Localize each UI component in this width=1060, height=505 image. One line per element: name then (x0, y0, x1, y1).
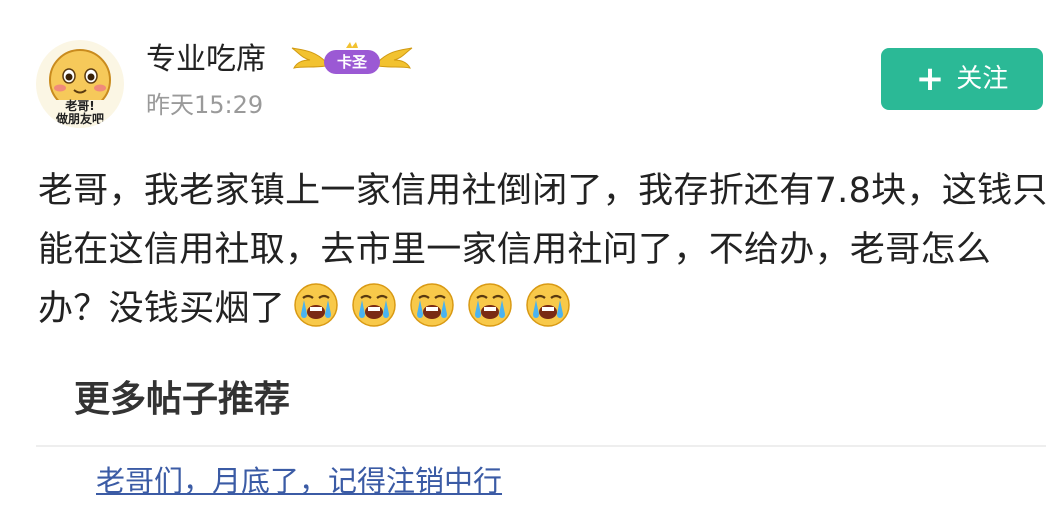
user-badge: 卡圣 (290, 42, 414, 82)
recommendations-title: 更多帖子推荐 (74, 379, 291, 420)
follow-button[interactable]: + 关注 (881, 48, 1043, 110)
crying-face-icon (526, 283, 570, 327)
recommended-post-link[interactable]: 老哥们，月底了，记得注销中行 (96, 460, 502, 502)
post-timestamp: 昨天15:29 (146, 91, 264, 119)
avatar-caption-line2: 做朋友吧 (55, 112, 104, 126)
author-name[interactable]: 专业吃席 (146, 38, 266, 82)
post-content: 老哥，我老家镇上一家信用社倒闭了，我存折还有7.8块，这钱只能在这信用社取，去市… (38, 162, 1048, 339)
avatar-caption: 老哥! 做朋友吧 (36, 100, 124, 126)
badge-label: 卡圣 (336, 53, 367, 71)
follow-label: 关注 (956, 64, 1009, 94)
divider (36, 445, 1046, 447)
crying-face-icon (468, 283, 512, 327)
crying-face-icon (294, 283, 338, 327)
avatar[interactable]: 老哥! 做朋友吧 (36, 40, 124, 128)
crying-face-icon (410, 283, 454, 327)
crying-face-icon (352, 283, 396, 327)
plus-icon: + (915, 59, 945, 99)
